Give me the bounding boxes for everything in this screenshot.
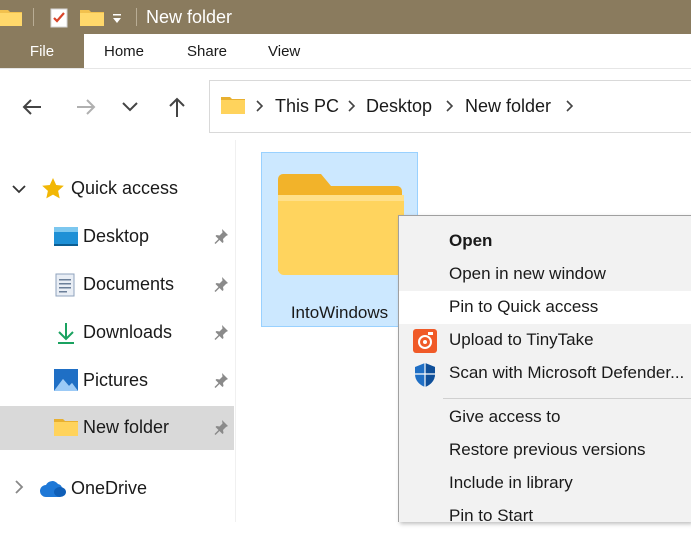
folder-name: IntoWindows [290, 303, 389, 322]
menu-item-include-library[interactable]: Include in library [399, 467, 691, 500]
nav-label-quick-access: Quick access [71, 178, 179, 198]
arrow-right-icon [77, 99, 96, 115]
forward-button[interactable] [71, 92, 101, 122]
breadcrumb-this-pc[interactable]: This PC [275, 96, 339, 117]
tinytake-icon [413, 329, 437, 358]
menu-item-give-access[interactable]: Give access to [399, 401, 691, 434]
up-button[interactable] [162, 92, 192, 122]
pictures-icon [54, 369, 78, 396]
menu-item-label: Pin to Quick access [449, 297, 599, 316]
pin-icon[interactable] [213, 372, 229, 393]
nav-item-pictures[interactable]: Pictures [0, 359, 234, 403]
menu-item-open-new-window[interactable]: Open in new window [399, 258, 691, 291]
chevron-down-icon [122, 102, 138, 112]
customize-dropdown-icon[interactable] [111, 12, 123, 30]
nav-item-desktop[interactable]: Desktop [0, 215, 234, 259]
arrow-left-icon [22, 99, 41, 115]
documents-icon [55, 273, 75, 302]
nav-item-downloads[interactable]: Downloads [0, 311, 234, 355]
menu-item-restore-versions[interactable]: Restore previous versions [399, 434, 691, 467]
chevron-right-icon[interactable] [14, 480, 24, 499]
arrow-up-icon [169, 97, 185, 117]
desktop-icon [54, 225, 78, 252]
new-folder-icon[interactable] [80, 8, 104, 31]
nav-quick-access[interactable]: Quick access [0, 167, 234, 211]
menu-item-label: Include in library [449, 473, 573, 492]
address-bar[interactable]: This PC Desktop New folder [209, 80, 691, 133]
window-title: New folder [146, 7, 233, 27]
folder-icon [221, 96, 245, 119]
menu-item-label: Upload to TinyTake [449, 330, 594, 349]
breadcrumb-new-folder[interactable]: New folder [465, 96, 551, 117]
folder-icon [0, 8, 22, 31]
toolbar-separator [136, 8, 137, 26]
menu-item-pin-start[interactable]: Pin to Start [399, 500, 691, 533]
menu-item-label: Restore previous versions [449, 440, 646, 459]
nav-item-new-folder[interactable]: New folder [0, 406, 234, 450]
folder-item[interactable]: IntoWindows [261, 152, 418, 327]
properties-icon[interactable] [50, 8, 68, 33]
star-icon [41, 177, 65, 206]
large-folder-icon [276, 173, 404, 280]
menu-item-pin-quick-access[interactable]: Pin to Quick access [399, 291, 691, 324]
chevron-right-icon[interactable] [255, 96, 265, 121]
ribbon-tabs: File Home Share View [0, 34, 691, 69]
pin-icon[interactable] [213, 419, 229, 440]
breadcrumb-desktop[interactable]: Desktop [366, 96, 432, 117]
pane-divider [235, 140, 236, 522]
recent-locations-button[interactable] [115, 92, 145, 122]
menu-item-label: Give access to [449, 407, 561, 426]
tab-home[interactable]: Home [104, 34, 144, 68]
pin-icon[interactable] [213, 276, 229, 297]
onedrive-cloud-icon [40, 481, 66, 502]
toolbar-separator [33, 8, 34, 26]
nav-label: New folder [83, 417, 170, 437]
nav-label-onedrive: OneDrive [71, 478, 148, 498]
chevron-down-icon[interactable] [12, 181, 26, 199]
menu-separator [443, 398, 691, 399]
context-menu: Open Open in new window Pin to Quick acc… [398, 215, 691, 525]
menu-item-upload-tinytake[interactable]: Upload to TinyTake [399, 324, 691, 357]
menu-item-label: Pin to Start [449, 506, 534, 525]
menu-item-label: Open [449, 231, 493, 250]
title-bar: New folder [0, 0, 691, 34]
nav-label: Downloads [83, 322, 173, 342]
back-button[interactable] [17, 92, 47, 122]
menu-item-label: Open in new window [449, 264, 606, 283]
downloads-icon [56, 321, 76, 350]
pin-icon[interactable] [213, 324, 229, 345]
nav-label: Documents [83, 274, 175, 294]
tab-view[interactable]: View [268, 34, 300, 68]
menu-item-scan-defender[interactable]: Scan with Microsoft Defender... [399, 357, 691, 390]
pin-icon[interactable] [213, 228, 229, 249]
nav-label: Desktop [83, 226, 150, 246]
chevron-right-icon[interactable] [347, 96, 357, 121]
nav-item-documents[interactable]: Documents [0, 263, 234, 307]
chevron-right-icon[interactable] [565, 96, 575, 121]
chevron-right-icon[interactable] [445, 96, 455, 121]
nav-onedrive[interactable]: OneDrive [0, 467, 234, 511]
menu-item-open[interactable]: Open [399, 225, 691, 258]
defender-shield-icon [413, 362, 437, 393]
folder-icon [54, 418, 78, 441]
nav-label: Pictures [83, 370, 149, 390]
tab-share[interactable]: Share [187, 34, 227, 68]
tab-file[interactable]: File [0, 34, 84, 68]
menu-item-label: Scan with Microsoft Defender... [449, 363, 685, 382]
navigation-pane: Quick access Desktop Documents Downloads [0, 140, 236, 522]
